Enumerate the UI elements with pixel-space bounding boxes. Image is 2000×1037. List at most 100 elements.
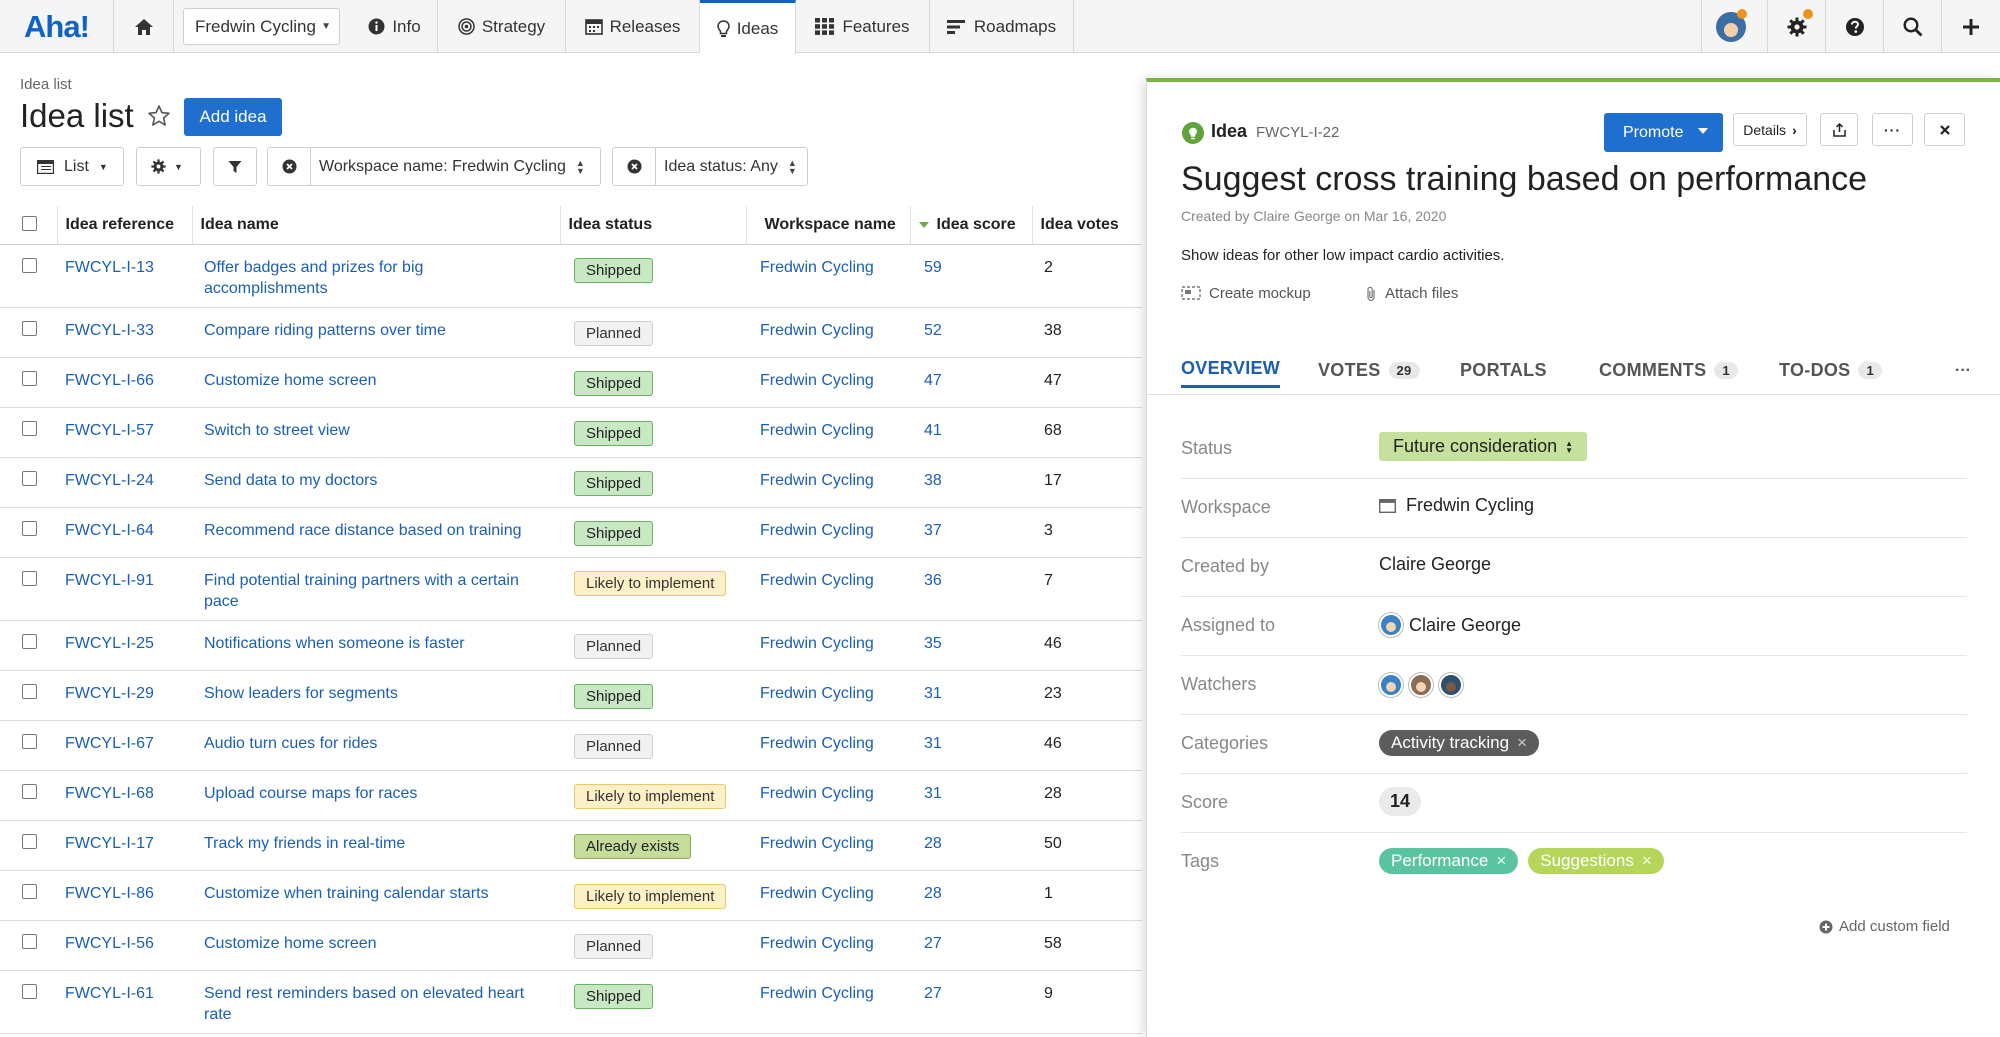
aha-logo[interactable]: Aha! [0, 0, 114, 53]
tab-todos[interactable]: TO-DOS 1 [1779, 352, 1883, 388]
column-header-name[interactable]: Idea name [192, 206, 561, 245]
watchers-list[interactable] [1379, 673, 1463, 697]
row-checkbox[interactable] [22, 257, 37, 273]
row-checkbox[interactable] [22, 370, 37, 386]
workspace-link[interactable]: Fredwin Cycling [760, 572, 874, 589]
workspace-link[interactable]: Fredwin Cycling [760, 835, 874, 852]
remove-icon[interactable]: × [1496, 851, 1506, 871]
idea-description[interactable]: Show ideas for other low impact cardio a… [1181, 247, 1504, 264]
row-select-cell[interactable] [0, 670, 57, 721]
row-select-cell[interactable] [0, 620, 57, 671]
idea-reference-link[interactable]: FWCYL-I-57 [65, 422, 154, 439]
row-checkbox[interactable] [22, 783, 37, 799]
idea-reference-link[interactable]: FWCYL-I-66 [65, 372, 154, 389]
share-button[interactable] [1820, 113, 1858, 146]
row-select-cell[interactable] [0, 820, 57, 871]
filter-button[interactable] [213, 147, 257, 186]
view-select-button[interactable]: List ▼ [20, 147, 124, 186]
table-row[interactable]: FWCYL-I-68 Upload course maps for races Li… [0, 770, 1142, 821]
status-badge[interactable]: Planned [574, 933, 654, 959]
status-badge[interactable]: Likely to implement [574, 570, 727, 596]
status-badge[interactable]: Shipped [574, 470, 654, 496]
row-checkbox[interactable] [22, 733, 37, 749]
idea-reference-link[interactable]: FWCYL-I-33 [65, 322, 154, 339]
workspace-link[interactable]: Fredwin Cycling [760, 322, 874, 339]
status-badge[interactable]: Likely to implement [574, 783, 727, 809]
idea-name-link[interactable]: Customize home screen [204, 372, 377, 389]
workspace-link[interactable]: Fredwin Cycling [760, 635, 874, 652]
row-select-cell[interactable] [0, 970, 57, 1034]
column-header-reference[interactable]: Idea reference [57, 206, 193, 245]
assignee-select[interactable]: Claire George [1379, 613, 1521, 637]
tab-portals[interactable]: PORTALS [1460, 352, 1547, 388]
more-actions-button[interactable]: ··· [1872, 113, 1913, 146]
breadcrumb[interactable]: Idea list [20, 76, 72, 93]
row-checkbox[interactable] [22, 420, 37, 436]
status-badge[interactable]: Shipped [574, 683, 654, 709]
row-checkbox[interactable] [22, 833, 37, 849]
home-button[interactable] [114, 0, 174, 53]
workspace-link[interactable]: Fredwin Cycling [760, 735, 874, 752]
table-row[interactable]: FWCYL-I-86 Customize when training calend… [0, 870, 1142, 921]
score-link[interactable]: 41 [924, 422, 942, 439]
details-button[interactable]: Details › [1733, 113, 1807, 146]
idea-reference-link[interactable]: FWCYL-I-29 [65, 685, 154, 702]
table-row[interactable]: FWCYL-I-66 Customize home screen Shipped Fr… [0, 357, 1142, 408]
table-row[interactable]: FWCYL-I-56 Customize home screen Planned Fr… [0, 920, 1142, 971]
score-link[interactable]: 35 [924, 635, 942, 652]
score-link[interactable]: 28 [924, 885, 942, 902]
workspace-link[interactable]: Fredwin Cycling [760, 472, 874, 489]
status-badge[interactable]: Shipped [574, 520, 654, 546]
field-value[interactable]: Fredwin Cycling [1379, 495, 1534, 516]
avatar[interactable] [1379, 673, 1403, 697]
workspace-link[interactable]: Fredwin Cycling [760, 785, 874, 802]
score-link[interactable]: 31 [924, 785, 942, 802]
row-select-cell[interactable] [0, 870, 57, 921]
user-avatar-button[interactable] [1701, 0, 1759, 53]
tab-overview[interactable]: OVERVIEW [1181, 352, 1281, 388]
table-row[interactable]: FWCYL-I-67 Audio turn cues for rides Plann… [0, 720, 1142, 771]
score-link[interactable]: 36 [924, 572, 942, 589]
search-button[interactable] [1883, 0, 1941, 53]
row-select-cell[interactable] [0, 720, 57, 771]
remove-icon[interactable]: × [1517, 733, 1527, 753]
score-value[interactable]: 14 [1379, 787, 1422, 816]
create-button[interactable] [1941, 0, 1999, 53]
remove-filter-button[interactable] [268, 159, 310, 174]
table-row[interactable]: FWCYL-I-25 Notifications when someone is … [0, 620, 1142, 671]
row-select-cell[interactable] [0, 457, 57, 508]
workspace-link[interactable]: Fredwin Cycling [760, 885, 874, 902]
favorite-star-button[interactable] [147, 104, 171, 128]
settings-button[interactable] [1767, 0, 1825, 53]
score-link[interactable]: 52 [924, 322, 942, 339]
idea-reference-link[interactable]: FWCYL-I-24 [65, 472, 154, 489]
status-badge[interactable]: Already exists [574, 833, 692, 859]
row-select-cell[interactable] [0, 557, 57, 621]
score-link[interactable]: 31 [924, 735, 942, 752]
row-select-cell[interactable] [0, 507, 57, 558]
add-custom-field-button[interactable]: Add custom field [1819, 918, 1950, 935]
row-select-cell[interactable] [0, 920, 57, 971]
category-chip[interactable]: Activity tracking × [1379, 730, 1540, 756]
tab-features[interactable]: Features [796, 0, 930, 53]
status-filter[interactable]: Idea status: Any ▲ ▼ [612, 147, 808, 186]
score-link[interactable]: 37 [924, 522, 942, 539]
status-badge[interactable]: Shipped [574, 420, 654, 446]
status-badge[interactable]: Planned [574, 320, 654, 346]
table-row[interactable]: FWCYL-I-57 Switch to street view Shipped Fr… [0, 407, 1142, 458]
score-link[interactable]: 31 [924, 685, 942, 702]
row-checkbox[interactable] [22, 470, 37, 486]
tab-votes[interactable]: VOTES 29 [1318, 352, 1420, 388]
idea-reference-link[interactable]: FWCYL-I-56 [65, 935, 154, 952]
column-header-votes[interactable]: Idea votes [1032, 206, 1142, 245]
idea-name-link[interactable]: Audio turn cues for rides [204, 735, 377, 752]
idea-name-link[interactable]: Send rest reminders based on elevated he… [204, 985, 524, 1023]
remove-icon[interactable]: × [1642, 851, 1652, 871]
row-checkbox[interactable] [22, 320, 37, 336]
create-mockup-button[interactable]: Create mockup [1181, 285, 1311, 302]
idea-name-link[interactable]: Show leaders for segments [204, 685, 398, 702]
workspace-link[interactable]: Fredwin Cycling [760, 985, 874, 1002]
score-link[interactable]: 27 [924, 985, 942, 1002]
help-button[interactable] [1825, 0, 1883, 53]
tab-strategy[interactable]: Strategy [438, 0, 566, 53]
